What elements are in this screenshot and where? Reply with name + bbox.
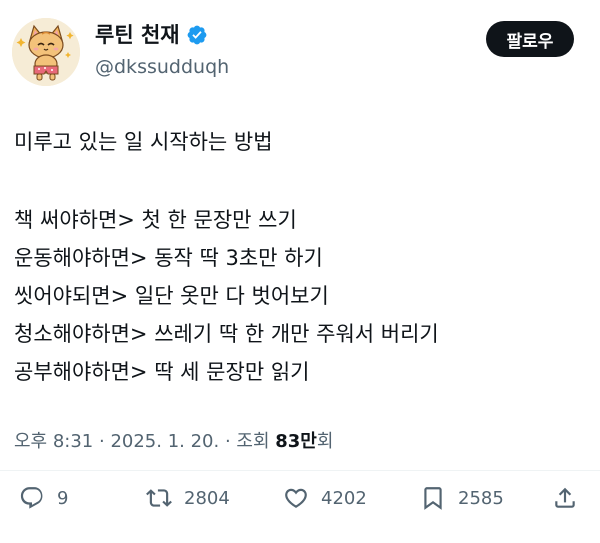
like-count: 4202 [321,487,367,509]
author-handle[interactable]: @dkssudduqh [95,55,229,79]
follow-button[interactable]: 팔로우 [486,21,574,57]
divider [0,470,600,471]
retweet-button[interactable]: 2804 [146,478,230,518]
author-name-row[interactable]: 루틴 천재 [95,22,208,48]
views-label: 조회 [236,431,270,452]
reply-button[interactable]: 9 [19,478,68,518]
heart-icon [285,488,307,508]
share-icon [555,487,575,508]
verified-badge-icon [186,24,208,46]
tweet-lines: 책 써야하면> 첫 한 문장만 쓰기 운동해야하면> 동작 딱 3초만 하기 씻… [14,201,439,391]
tweet-card: 루틴 천재 @dkssudduqh 팔로우 미루고 있는 일 시작하는 방법 책… [0,0,600,543]
action-bar: 9 2804 4202 2585 [0,478,600,518]
reply-count: 9 [57,487,69,509]
like-button[interactable]: 4202 [283,478,367,518]
tweet-line: 공부해야하면> 딱 세 문장만 읽기 [14,360,310,384]
bookmark-icon [424,487,442,510]
tweet-meta: 오후 8:31 · 2025. 1. 20. · 조회 83만회 [14,430,333,454]
meta-separator: · [219,431,237,452]
display-name[interactable]: 루틴 천재 [95,22,180,48]
tweet-line: 씻어야되면> 일단 옷만 다 벗어보기 [14,284,329,308]
bookmark-count: 2585 [458,487,504,509]
share-button[interactable] [552,478,578,518]
views-count: 83만 [275,431,317,452]
reply-icon [20,487,43,509]
tweet-line: 운동해야하면> 동작 딱 3초만 하기 [14,246,323,270]
tweet-date[interactable]: 2025. 1. 20. [110,431,219,452]
bookmark-button[interactable]: 2585 [420,478,504,518]
views-suffix: 회 [316,431,334,452]
retweet-count: 2804 [184,487,230,509]
tweet-line: 청소해야하면> 쓰레기 딱 한 개만 주워서 버리기 [14,322,439,346]
cat-avatar-icon [12,18,80,86]
tweet-line: 책 써야하면> 첫 한 문장만 쓰기 [14,208,297,232]
avatar[interactable] [12,18,80,86]
tweet-time[interactable]: 오후 8:31 [14,431,93,452]
retweet-icon [146,489,172,507]
meta-separator: · [93,431,111,452]
tweet-title: 미루고 있는 일 시작하는 방법 [14,130,273,154]
